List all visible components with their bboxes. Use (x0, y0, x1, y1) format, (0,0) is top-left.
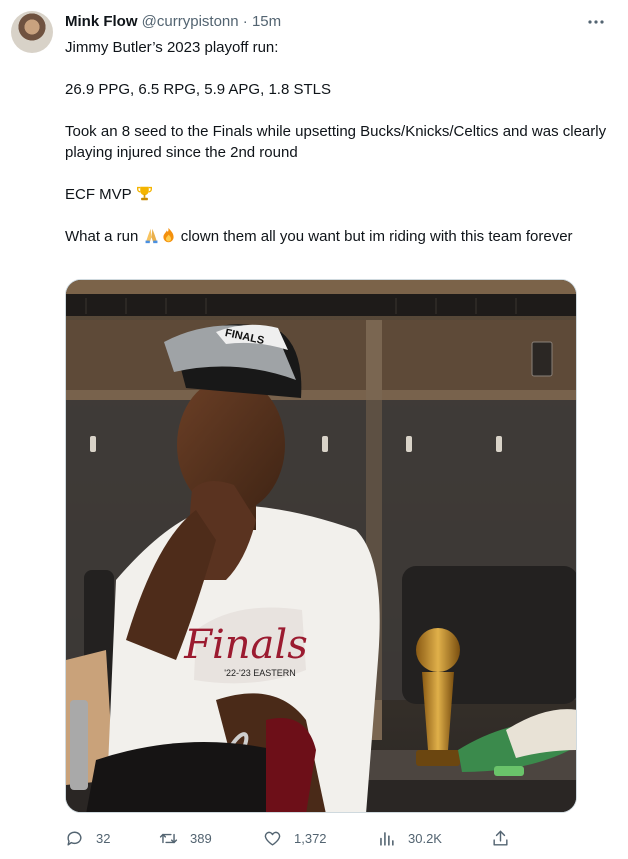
separator-dot: · (242, 13, 248, 30)
views-icon (380, 831, 394, 846)
reply-count: 32 (96, 830, 111, 846)
tweet-photo[interactable]: Finals '22-'23 EASTERN FINALS (65, 279, 577, 813)
trophy-emoji (136, 185, 153, 202)
mvp-text: ECF MVP (65, 186, 136, 203)
tweet-line-summary: Took an 8 seed to the Finals while upset… (65, 123, 611, 161)
tweet-header: Mink Flow @currypistonn · 15m (65, 12, 281, 32)
folded-hands-emoji (143, 227, 160, 244)
closing-text-end: clown them all you want but im riding wi… (176, 228, 573, 245)
reply-button[interactable]: 32 (65, 826, 110, 850)
tweet-timestamp[interactable]: 15m (252, 13, 281, 30)
views-button[interactable]: 30.2K (377, 826, 442, 850)
share-button[interactable] (491, 826, 522, 850)
retweet-icon (159, 833, 178, 843)
locker-room-photo: Finals '22-'23 EASTERN FINALS (66, 280, 576, 812)
like-icon (264, 831, 281, 846)
more-horizontal-icon[interactable] (584, 10, 608, 34)
tweet-line-title: Jimmy Butler’s 2023 playoff run: (65, 39, 279, 56)
author-name[interactable]: Mink Flow (65, 13, 138, 30)
views-count: 30.2K (408, 830, 442, 846)
like-button[interactable]: 1,372 (263, 826, 327, 850)
closing-text-start: What a run (65, 228, 143, 245)
retweet-count: 389 (190, 830, 212, 846)
author-handle[interactable]: @currypistonn (142, 13, 239, 30)
avatar[interactable] (11, 11, 53, 53)
reply-icon (67, 831, 82, 846)
tweet-text: Jimmy Butler’s 2023 playoff run: 26.9 PP… (65, 37, 610, 268)
tweet-actions: 32 389 1,372 30.2K (65, 826, 515, 850)
tweet: Mink Flow @currypistonn · 15m Jimmy Butl… (0, 0, 628, 859)
shirt-logo-text: Finals (183, 622, 307, 668)
share-icon (493, 830, 508, 846)
retweet-button[interactable]: 389 (159, 826, 212, 850)
tweet-line-mvp: ECF MVP (65, 184, 610, 205)
like-count: 1,372 (294, 830, 327, 846)
tweet-line-stats: 26.9 PPG, 6.5 RPG, 5.9 APG, 1.8 STLS (65, 81, 331, 98)
shirt-logo-subtext: '22-'23 EASTERN (224, 668, 295, 678)
fire-emoji (160, 227, 177, 244)
tweet-line-closing: What a run clown them all you want but i… (65, 226, 610, 247)
